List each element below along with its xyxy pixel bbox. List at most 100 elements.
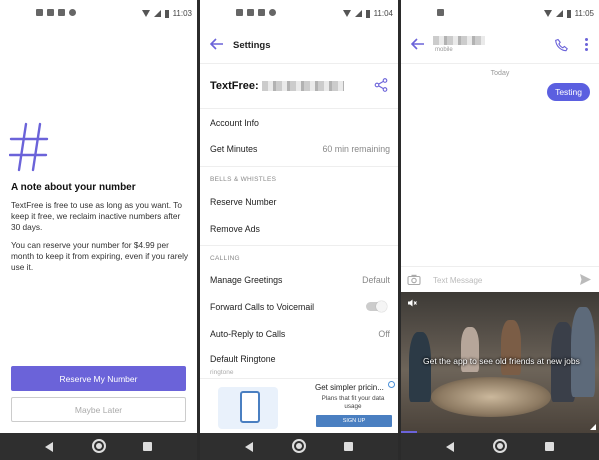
divider — [200, 245, 398, 246]
notification-icon — [258, 9, 265, 16]
back-triangle-icon[interactable] — [446, 442, 454, 452]
cloud-icon — [69, 9, 76, 16]
reserve-my-number-button[interactable]: Reserve My Number — [11, 366, 186, 391]
recent-apps-icon[interactable] — [143, 442, 152, 451]
signal-icon — [555, 10, 563, 17]
home-circle-icon[interactable] — [493, 439, 507, 453]
ad-sign-up-button[interactable]: SIGN UP — [316, 415, 392, 427]
video-caption: Get the app to see old friends at new jo… — [423, 356, 580, 366]
greetings-value: Default — [362, 275, 390, 285]
settings-app-bar: Settings — [200, 24, 398, 64]
row-label: Manage Greetings — [210, 275, 283, 285]
status-time: 11:04 — [373, 9, 393, 18]
manage-greetings-row[interactable]: Manage Greetings Default — [210, 275, 390, 285]
battery-icon — [566, 9, 571, 18]
settings-screen: 11:04 Settings TextFree: Account Info Ge… — [200, 0, 398, 460]
ad-title: Get simpler pricin... — [315, 383, 384, 392]
blurred-phone-number — [262, 81, 344, 91]
remove-ads-row[interactable]: Remove Ads — [210, 224, 390, 234]
page-title: Settings — [233, 40, 271, 51]
row-label: Default Ringtone — [210, 354, 276, 364]
status-bar: 11:04 — [200, 0, 398, 24]
conversation-app-bar: mobile — [401, 24, 599, 64]
reserve-number-row[interactable]: Reserve Number — [210, 197, 390, 207]
textfree-number-label: TextFree: — [210, 80, 259, 92]
forward-calls-toggle[interactable] — [366, 300, 387, 312]
get-minutes-row[interactable]: Get Minutes 60 min remaining — [210, 144, 390, 154]
phone-call-icon[interactable] — [555, 38, 569, 52]
android-nav-bar — [200, 433, 398, 460]
notification-icon — [247, 9, 254, 16]
home-circle-icon[interactable] — [292, 439, 306, 453]
table-image — [431, 377, 551, 417]
contact-type-label: mobile — [435, 47, 453, 53]
recent-apps-icon[interactable] — [545, 442, 554, 451]
android-nav-bar — [0, 433, 197, 460]
row-label: Remove Ads — [210, 224, 260, 234]
auto-reply-value: Off — [378, 329, 390, 339]
section-header-bells: BELLS & WHISTLES — [210, 176, 277, 183]
section-header-calling: CALLING — [210, 255, 240, 262]
notification-icon — [47, 9, 54, 16]
divider — [200, 166, 398, 167]
maybe-later-button[interactable]: Maybe Later — [11, 397, 186, 422]
notification-icon — [437, 9, 444, 16]
auto-reply-row[interactable]: Auto-Reply to Calls Off — [210, 329, 390, 339]
wifi-icon — [342, 10, 351, 17]
back-triangle-icon[interactable] — [245, 442, 253, 452]
reserve-number-screen: 11:03 A note about your number TextFree … — [0, 0, 197, 460]
back-arrow-icon[interactable] — [210, 38, 224, 50]
share-icon[interactable] — [374, 78, 388, 92]
date-separator: Today — [490, 70, 510, 77]
cloud-icon — [269, 9, 276, 16]
status-bar: 11:05 — [401, 0, 599, 24]
notification-icon — [58, 9, 65, 16]
back-arrow-icon[interactable] — [411, 38, 425, 50]
notification-icon — [236, 9, 243, 16]
signal-icon — [590, 424, 596, 430]
notification-icon — [36, 9, 43, 16]
default-ringtone-row[interactable]: Default Ringtone — [210, 354, 390, 364]
minutes-remaining-value: 60 min remaining — [322, 144, 390, 154]
ringtone-subtitle: ringtone — [210, 369, 234, 376]
status-time: 11:03 — [172, 9, 192, 18]
ad-subtitle: Plans that fit your data usage — [321, 395, 385, 410]
wifi-icon — [543, 10, 552, 17]
conversation-screen: 11:05 mobile Today Testing Text Message … — [401, 0, 599, 460]
row-label: Auto-Reply to Calls — [210, 329, 286, 339]
status-time: 11:05 — [574, 9, 594, 18]
back-triangle-icon[interactable] — [45, 442, 53, 452]
forward-calls-row[interactable]: Forward Calls to Voicemail — [210, 300, 390, 312]
account-info-row[interactable]: Account Info — [210, 118, 390, 128]
ad-choices-icon[interactable] — [388, 381, 395, 388]
row-label: Forward Calls to Voicemail — [210, 302, 315, 312]
row-label: Account Info — [210, 118, 259, 128]
phone-illustration-icon — [240, 391, 260, 423]
blurred-contact-number — [433, 36, 485, 45]
send-icon[interactable] — [579, 273, 592, 286]
android-nav-bar — [401, 433, 599, 460]
recent-apps-icon[interactable] — [344, 442, 353, 451]
battery-icon — [164, 9, 169, 18]
divider — [200, 108, 398, 109]
banner-ad[interactable]: Get simpler pricin... Plans that fit you… — [200, 378, 398, 433]
wifi-icon — [141, 10, 150, 17]
row-label: Reserve Number — [210, 197, 277, 207]
note-paragraph: TextFree is free to use as long as you w… — [11, 200, 182, 232]
camera-icon[interactable] — [407, 274, 421, 285]
sent-message-bubble[interactable]: Testing — [547, 83, 590, 101]
row-label: Get Minutes — [210, 144, 258, 154]
hashtag-icon — [9, 122, 49, 172]
more-options-icon[interactable] — [585, 38, 589, 51]
battery-icon — [365, 9, 370, 18]
video-ad[interactable]: Get the app to see old friends at new jo… — [401, 292, 599, 433]
note-title: A note about your number — [11, 182, 136, 193]
signal-icon — [153, 10, 161, 17]
status-bar: 11:03 — [0, 0, 197, 24]
message-composer — [401, 266, 599, 292]
home-circle-icon[interactable] — [91, 439, 106, 453]
signal-icon — [354, 10, 362, 17]
note-paragraph: You can reserve your number for $4.99 pe… — [11, 240, 189, 272]
message-input[interactable] — [433, 271, 568, 289]
mute-icon[interactable] — [407, 298, 417, 308]
